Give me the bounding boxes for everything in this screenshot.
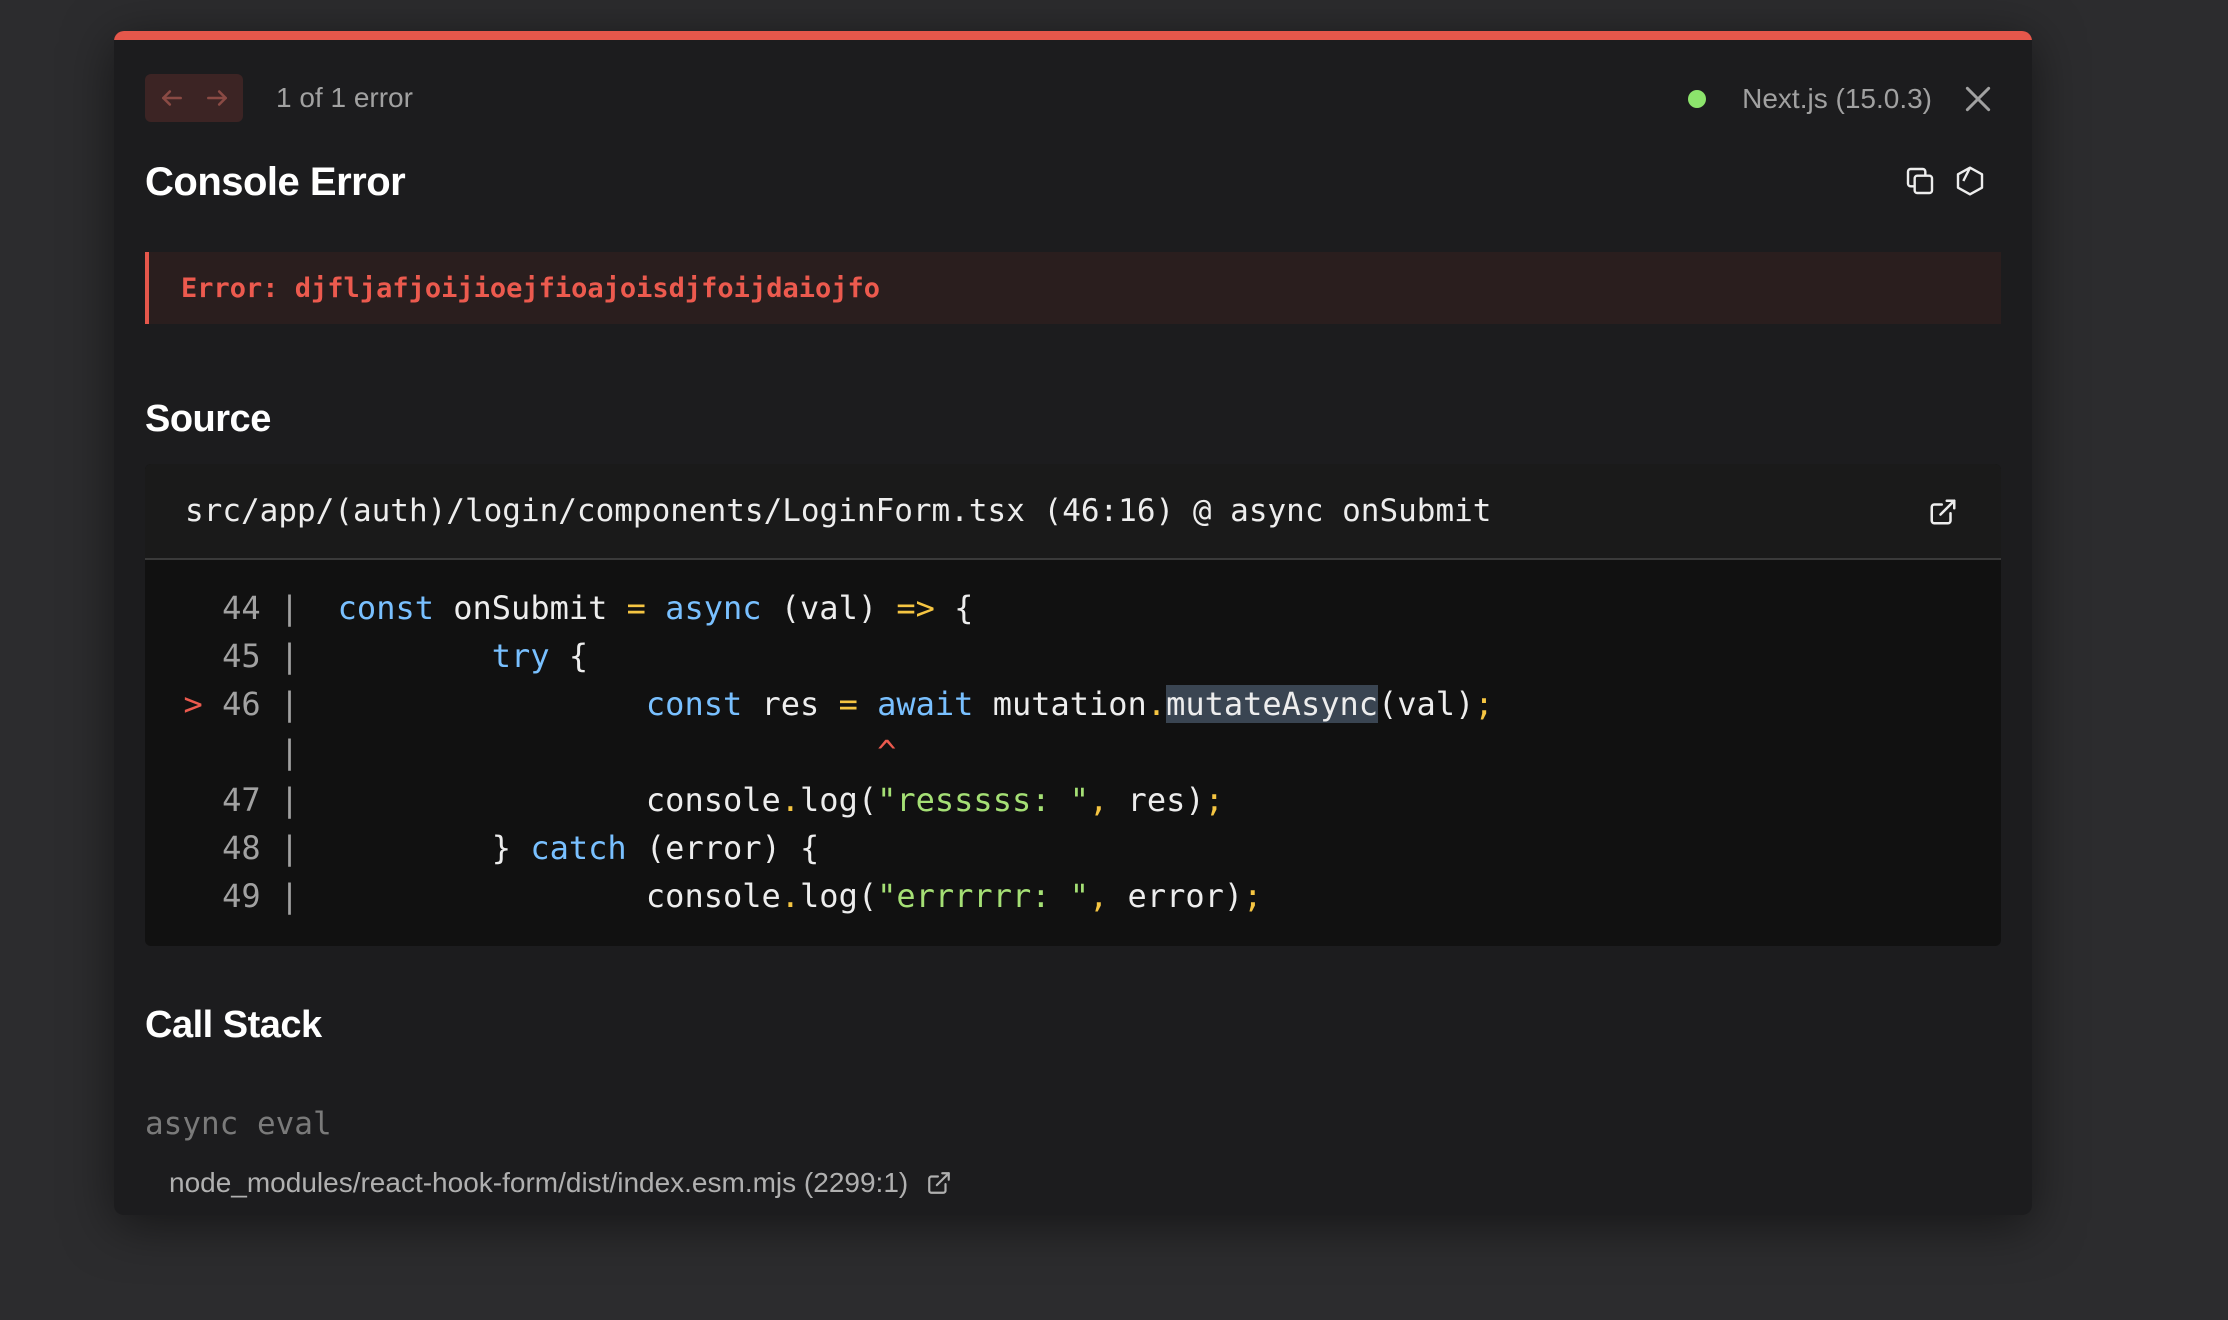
external-link-icon [1930,499,1956,525]
source-file-header: src/app/(auth)/login/components/LoginFor… [145,464,2001,560]
code-line-highlighted: > 46 | const res = await mutation.mutate… [183,685,1494,723]
status-dot [1688,90,1707,108]
call-stack-heading: Call Stack [145,1004,322,1046]
code-line: 48 | } catch (error) { [222,829,820,867]
source-file-path: src/app/(auth)/login/components/LoginFor… [185,493,1492,529]
arrow-left-icon [161,90,182,106]
next-error-button[interactable] [197,78,237,118]
stack-frame-file: node_modules/react-hook-form/dist/index.… [169,1167,909,1198]
code-snippet: 44 | const onSubmit = async (val) => { 4… [145,584,1494,920]
version-info: Next.js (15.0.3) [1688,75,1998,123]
close-icon [1965,86,1991,112]
code-line: | ^ [279,733,897,771]
stack-frame: node_modules/react-hook-form/dist/index.… [169,1167,954,1199]
open-stack-frame-button[interactable] [924,1168,954,1198]
error-tools [1902,163,1988,199]
version-label: Next.js (15.0.3) [1742,83,1932,114]
hexagon-icon [1956,166,1984,196]
error-message: Error: djfljafjoijioejfioajoisdjfoijdaio… [181,272,880,304]
source-code-frame: src/app/(auth)/login/components/LoginFor… [145,464,2001,946]
error-count: 1 of 1 error [276,82,413,113]
source-heading: Source [145,398,271,440]
code-line: 47 | console.log("resssss: ", res); [222,781,1224,819]
error-accent-bar [114,31,2032,40]
code-line: 45 | try { [222,637,589,675]
stack-frame-function: async eval [145,1106,332,1142]
copy-icon [1906,167,1934,195]
error-dialog: 1 of 1 error Next.js (15.0.3) Console Er… [114,31,2032,1215]
code-line: 49 | console.log("errrrrr: ", error); [222,877,1263,915]
previous-error-button[interactable] [152,78,192,118]
page-title: Console Error [145,160,406,204]
close-button[interactable] [1958,79,1998,119]
code-line: 44 | const onSubmit = async (val) => { [222,589,974,627]
arrow-right-icon [206,90,227,106]
error-message-box: Error: djfljafjoijioejfioajoisdjfoijdaio… [145,252,2001,324]
copy-error-button[interactable] [1902,163,1938,199]
external-link-icon [928,1172,951,1194]
nodejs-inspector-button[interactable] [1952,163,1988,199]
open-in-editor-button[interactable] [1925,494,1961,530]
error-pagination [145,74,243,122]
